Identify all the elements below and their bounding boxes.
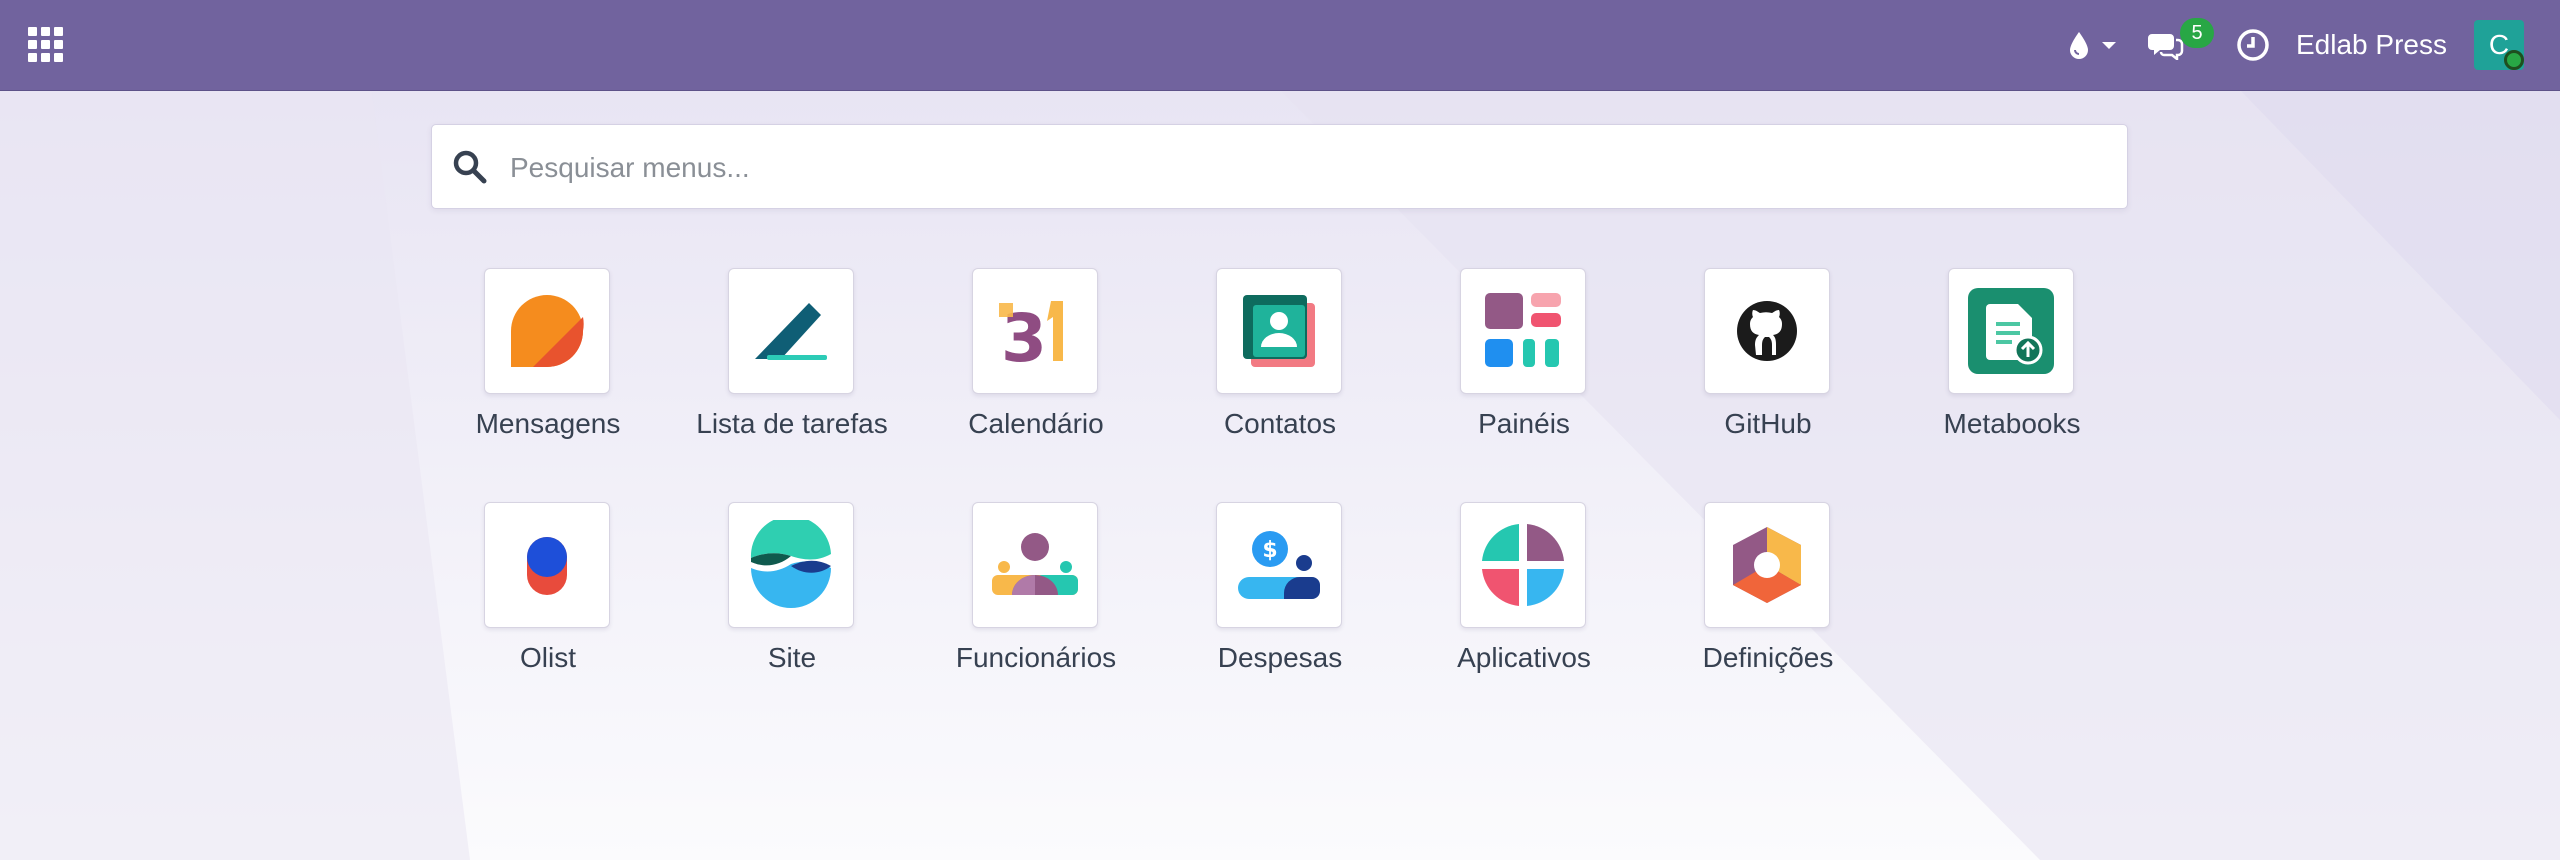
app-label: Contatos xyxy=(1223,408,1337,439)
caret-down-icon xyxy=(2102,42,2116,49)
app-label: Site xyxy=(767,642,817,673)
employees-icon xyxy=(992,533,1078,595)
app-label: Funcionários xyxy=(955,642,1117,673)
app-despesas[interactable]: $ Despesas xyxy=(1180,502,1380,702)
theme-dropdown[interactable] xyxy=(2068,0,2128,90)
app-label: Lista de tarefas xyxy=(696,408,888,439)
svg-text:$: $ xyxy=(1262,538,1277,563)
contacts-icon xyxy=(1243,295,1315,367)
app-contatos[interactable]: Contatos xyxy=(1180,268,1380,468)
app-calendario[interactable]: 3 Calendário xyxy=(936,268,1136,468)
app-label: Olist xyxy=(520,642,576,673)
search-menus-input[interactable] xyxy=(508,139,2092,197)
website-icon xyxy=(750,520,831,608)
messages-count-badge: 5 xyxy=(2180,18,2214,48)
expenses-icon: $ xyxy=(1238,531,1320,599)
olist-icon xyxy=(527,537,567,595)
company-switcher[interactable]: Edlab Press xyxy=(2296,0,2447,90)
dashboards-icon xyxy=(1485,293,1561,367)
app-label: GitHub xyxy=(1724,408,1812,439)
app-github[interactable]: GitHub xyxy=(1668,268,1868,468)
apps-icon xyxy=(1482,524,1564,606)
calendar-icon: 3 xyxy=(999,300,1063,373)
app-label: Calendário xyxy=(968,408,1104,439)
app-lista-de-tarefas[interactable]: Lista de tarefas xyxy=(692,268,892,468)
search-icon xyxy=(453,150,487,184)
menu-search-bar xyxy=(431,124,2128,209)
app-label: Metabooks xyxy=(1943,408,2081,439)
metabooks-icon xyxy=(1968,288,2054,374)
messages-button[interactable] xyxy=(2148,0,2188,90)
top-navbar: 5 Edlab Press C xyxy=(0,0,2560,91)
app-metabooks[interactable]: Metabooks xyxy=(1912,268,2112,468)
app-olist[interactable]: Olist xyxy=(448,502,648,702)
user-status-indicator xyxy=(2504,50,2524,70)
app-label: Definições xyxy=(1702,642,1834,673)
app-definicoes[interactable]: Definições xyxy=(1668,502,1868,702)
todo-icon xyxy=(755,303,827,360)
app-aplicativos[interactable]: Aplicativos xyxy=(1424,502,1624,702)
app-label: Mensagens xyxy=(475,408,621,439)
app-funcionarios[interactable]: Funcionários xyxy=(936,502,1136,702)
discuss-icon xyxy=(511,295,584,367)
app-label: Despesas xyxy=(1217,642,1343,673)
app-label: Painéis xyxy=(1478,408,1570,439)
app-label: Aplicativos xyxy=(1457,642,1591,673)
settings-icon xyxy=(1733,527,1801,603)
app-site[interactable]: Site xyxy=(692,502,892,702)
apps-menu-grid-icon[interactable] xyxy=(28,27,64,63)
clock-icon xyxy=(2237,29,2269,61)
activities-button[interactable] xyxy=(2236,0,2276,90)
github-icon xyxy=(1737,301,1797,361)
app-paineis[interactable]: Painéis xyxy=(1424,268,1624,468)
droplet-icon xyxy=(2070,32,2088,59)
app-mensagens[interactable]: Mensagens xyxy=(448,268,648,468)
chat-icon xyxy=(2148,34,2184,60)
